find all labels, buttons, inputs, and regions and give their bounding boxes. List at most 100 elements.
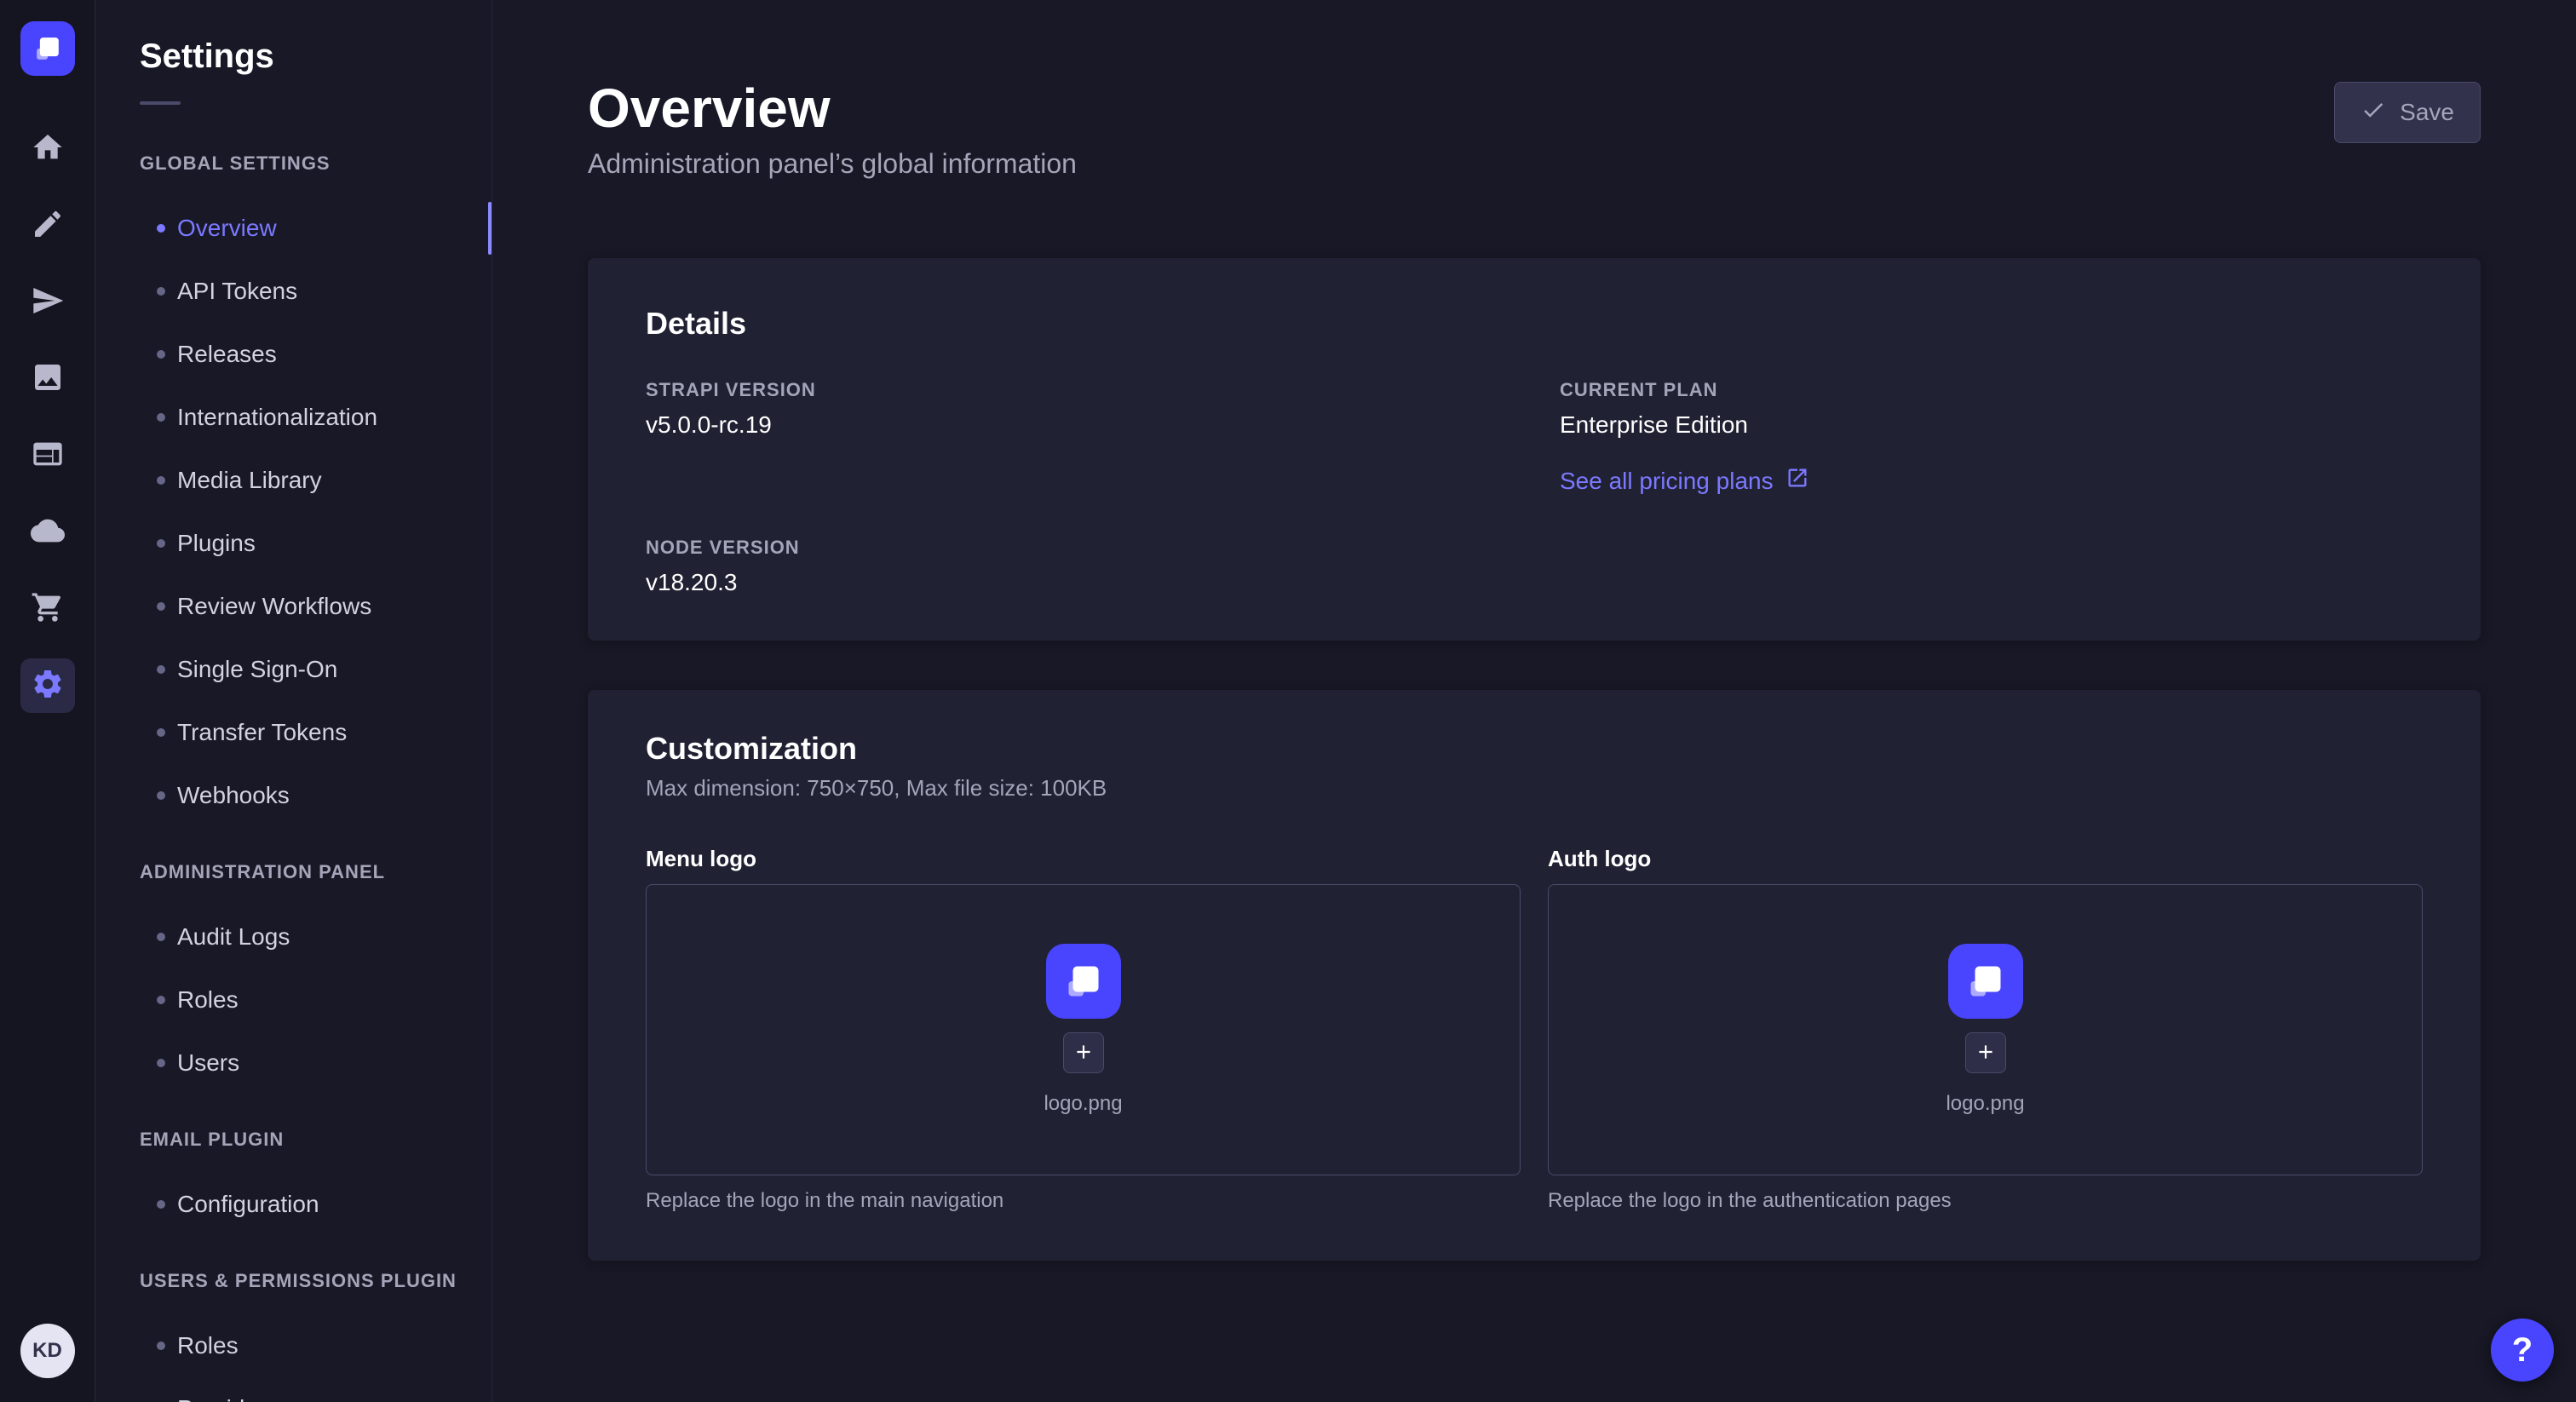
sidebar-item-admin-users[interactable]: Users [95,1031,492,1095]
main-content: Overview Administration panel’s global i… [492,0,2576,1402]
strapi-version-field: STRAPI VERSION v5.0.0-rc.19 [646,379,1509,439]
auth-logo-upload: Auth logo logo.png Replac [1548,846,2423,1213]
bullet-icon [157,1059,165,1067]
menu-logo-hint: Replace the logo in the main navigation [646,1189,1521,1213]
sidebar-item-label: Releases [177,341,277,368]
pricing-plans-link[interactable]: See all pricing plans [1560,466,1809,496]
nav-content-manager[interactable] [20,198,75,253]
settings-sidebar: Settings GLOBAL SETTINGS Overview API To… [95,0,492,1402]
sidebar-item-label: API Tokens [177,278,297,305]
section-label: USERS & PERMISSIONS PLUGIN [140,1270,492,1292]
bullet-icon [157,476,165,485]
sidebar-item-label: Roles [177,986,239,1014]
pricing-link-label: See all pricing plans [1560,468,1774,495]
menu-logo-label: Menu logo [646,846,1521,872]
nav-content-type-builder[interactable] [20,428,75,483]
sidebar-item-plugins[interactable]: Plugins [95,512,492,575]
plus-icon [1975,1041,1997,1066]
page-title: Overview [588,78,1077,138]
auth-logo-preview [1948,944,2023,1019]
nav-media-library[interactable] [20,352,75,406]
nav-home[interactable] [20,122,75,176]
save-button[interactable]: Save [2334,82,2481,143]
sidebar-item-internationalization[interactable]: Internationalization [95,386,492,449]
menu-logo-preview [1046,944,1121,1019]
question-mark-icon: ? [2512,1331,2533,1370]
sidebar-item-single-sign-on[interactable]: Single Sign-On [95,638,492,701]
sidebar-item-admin-roles[interactable]: Roles [95,968,492,1031]
sidebar-item-label: Providers [177,1395,278,1402]
plus-icon [1072,1041,1095,1066]
nav-settings[interactable] [20,658,75,713]
cloud-icon [31,514,65,552]
sidebar-title: Settings [140,37,492,76]
settings-gear-icon [31,667,65,705]
bullet-icon [157,728,165,737]
strapi-logo-glyph [1960,956,2011,1007]
field-value: v18.20.3 [646,569,1509,596]
help-button[interactable]: ? [2491,1319,2554,1382]
sidebar-item-label: Webhooks [177,782,290,809]
menu-logo-add-button[interactable] [1063,1032,1104,1073]
sidebar-item-label: Configuration [177,1191,319,1218]
section-label: EMAIL PLUGIN [140,1129,492,1151]
sidebar-item-label: Media Library [177,467,322,494]
nav-releases[interactable] [20,275,75,330]
strapi-logo[interactable] [20,21,75,76]
nav-deploy[interactable] [20,505,75,560]
bullet-icon [157,350,165,359]
sidebar-item-label: Transfer Tokens [177,719,347,746]
sidebar-item-up-providers[interactable]: Providers [95,1377,492,1402]
field-label: CURRENT PLAN [1560,379,2423,401]
strapi-logo-glyph [29,30,66,67]
sidebar-item-email-configuration[interactable]: Configuration [95,1173,492,1236]
section-administration-panel: ADMINISTRATION PANEL Audit Logs Roles Us… [95,861,492,1095]
strapi-logo-glyph [1058,956,1109,1007]
bullet-icon [157,1342,165,1350]
bullet-icon [157,539,165,548]
details-grid: STRAPI VERSION v5.0.0-rc.19 CURRENT PLAN… [646,379,2423,596]
nav-marketplace[interactable] [20,582,75,636]
navbar-icon-list [20,122,75,713]
sidebar-item-releases[interactable]: Releases [95,323,492,386]
pen-icon [31,207,65,245]
sidebar-item-label: Overview [177,215,277,242]
sidebar-item-label: Plugins [177,530,256,557]
sidebar-item-media-library[interactable]: Media Library [95,449,492,512]
sidebar-item-api-tokens[interactable]: API Tokens [95,260,492,323]
main-navbar: KD [0,0,95,1402]
auth-logo-hint: Replace the logo in the authentication p… [1548,1189,2423,1213]
sidebar-item-label: Roles [177,1332,239,1359]
sidebar-item-label: Review Workflows [177,593,371,620]
sidebar-item-transfer-tokens[interactable]: Transfer Tokens [95,701,492,764]
check-icon [2360,97,2386,129]
menu-logo-upload: Menu logo logo.png Replac [646,846,1521,1213]
menu-logo-dropzone[interactable]: logo.png [646,884,1521,1175]
section-global-settings: GLOBAL SETTINGS Overview API Tokens Rele… [95,152,492,827]
sidebar-item-webhooks[interactable]: Webhooks [95,764,492,827]
auth-logo-dropzone[interactable]: logo.png [1548,884,2423,1175]
sidebar-item-up-roles[interactable]: Roles [95,1314,492,1377]
field-label: NODE VERSION [646,537,1509,559]
sidebar-item-review-workflows[interactable]: Review Workflows [95,575,492,638]
auth-logo-add-button[interactable] [1965,1032,2006,1073]
picture-icon [31,360,65,399]
page-header: Overview Administration panel’s global i… [588,78,2481,180]
page-subtitle: Administration panel’s global informatio… [588,148,1077,180]
auth-logo-label: Auth logo [1548,846,2423,872]
avatar[interactable]: KD [20,1324,75,1378]
sidebar-item-label: Internationalization [177,404,377,431]
logo-uploads: Menu logo logo.png Replac [646,846,2423,1213]
bullet-icon [157,933,165,941]
bullet-icon [157,1200,165,1209]
current-plan-field: CURRENT PLAN Enterprise Edition See all … [1560,379,2423,496]
sidebar-item-audit-logs[interactable]: Audit Logs [95,905,492,968]
bullet-icon [157,602,165,611]
bullet-icon [157,665,165,674]
customization-card-title: Customization [646,731,2423,767]
details-card-title: Details [646,306,2423,342]
bullet-icon [157,224,165,233]
sidebar-item-overview[interactable]: Overview [95,197,492,260]
sidebar-item-label: Audit Logs [177,923,290,951]
home-icon [31,130,65,169]
